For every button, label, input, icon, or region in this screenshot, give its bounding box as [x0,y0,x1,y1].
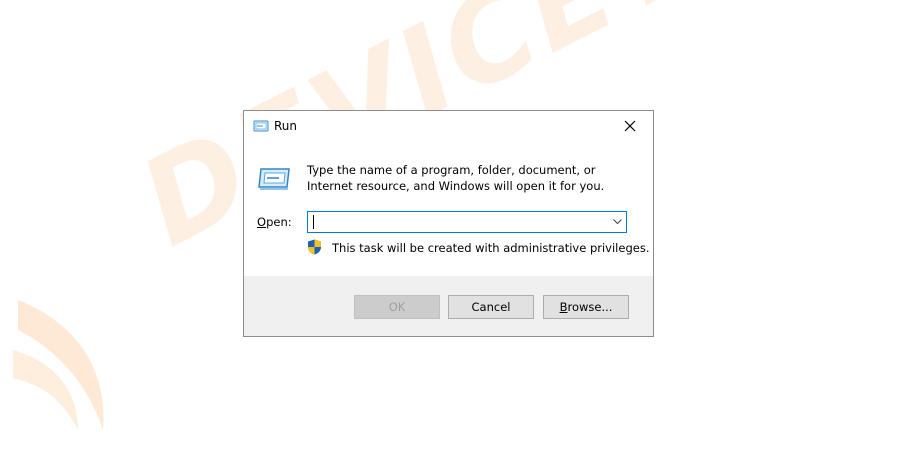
browse-mnemonic: B [559,300,568,314]
cancel-button-label: Cancel [471,300,511,314]
dropdown-button[interactable] [608,212,626,232]
run-dialog: Run Type the name of a program, folder, … [243,110,654,337]
browse-button[interactable]: Browse... [543,295,629,319]
title-bar[interactable]: Run [244,111,653,141]
open-label-mnemonic: O [257,215,267,229]
open-input[interactable] [311,214,601,230]
ok-button[interactable]: OK [354,295,440,319]
watermark-logo [13,300,104,430]
chevron-down-icon [612,219,622,225]
ok-button-label: OK [388,300,406,314]
run-large-icon [258,168,290,190]
uac-shield-icon [308,239,321,255]
window-title: Run [274,119,298,133]
text-caret [313,215,314,229]
open-label-rest: pen: [266,215,292,229]
open-label: Open: [257,215,292,229]
admin-privileges-note: This task will be created with administr… [332,241,650,255]
cancel-button[interactable]: Cancel [448,295,534,319]
close-button[interactable] [607,111,653,141]
open-combobox[interactable] [307,211,627,233]
close-icon [624,120,636,132]
description-text: Type the name of a program, folder, docu… [307,163,605,193]
run-icon [253,120,269,132]
page: DEVICETRICKS Run Type the name of a p [0,0,900,450]
browse-button-label: rowse... [567,300,613,314]
